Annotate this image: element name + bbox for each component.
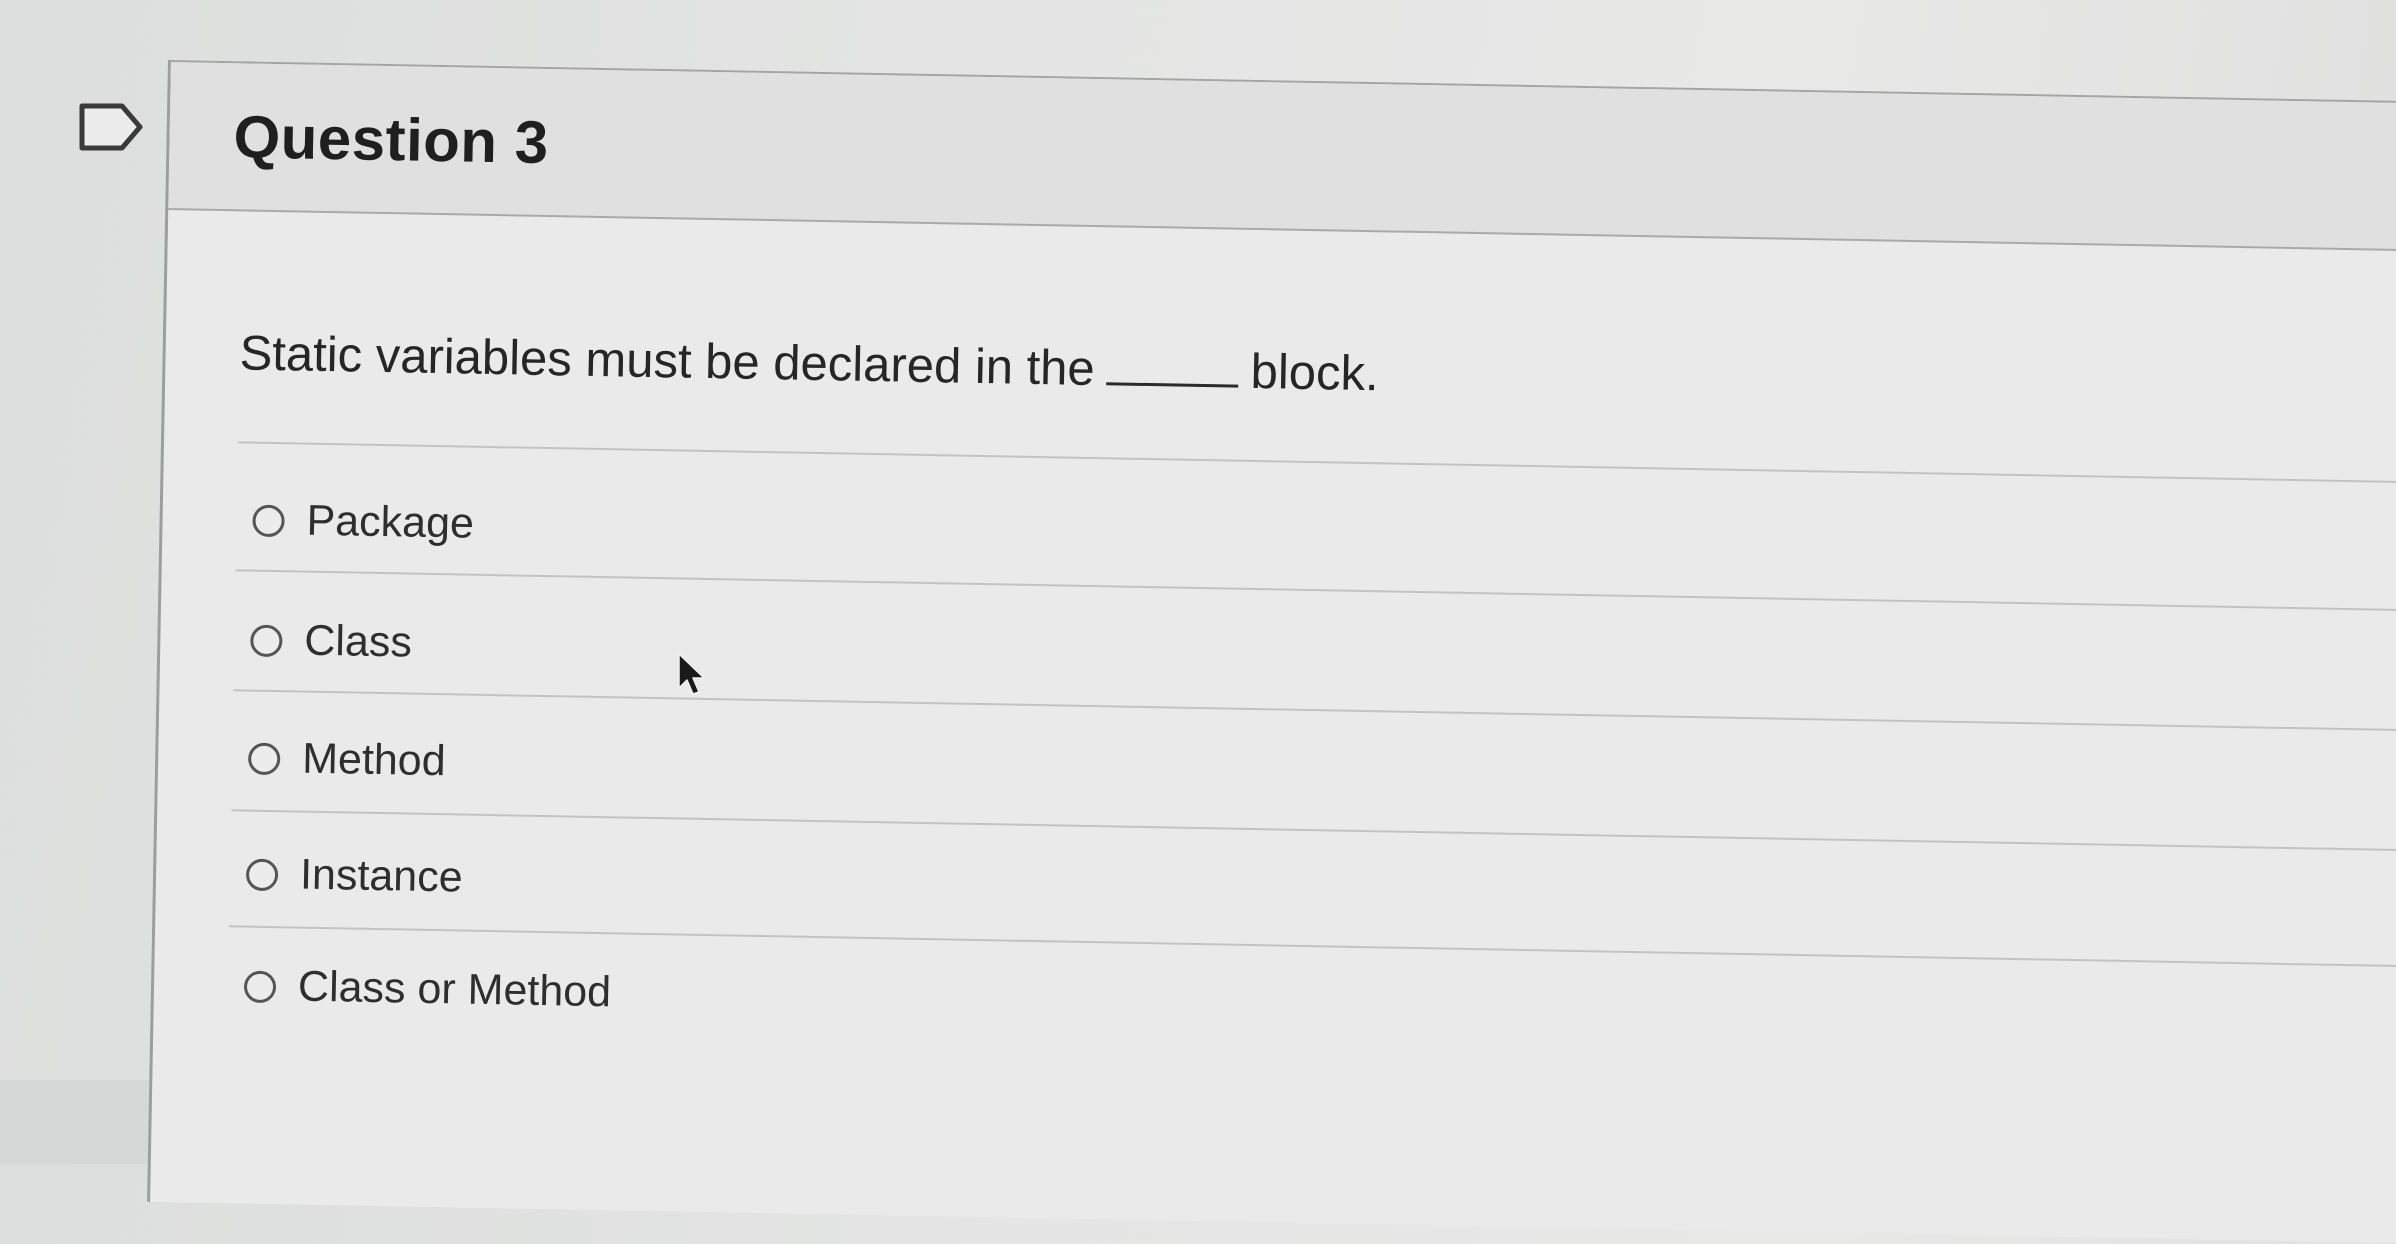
divider: [233, 689, 2396, 732]
answer-label: Class or Method: [297, 962, 612, 1017]
radio-button[interactable]: [245, 858, 279, 891]
fill-in-blank: [1106, 382, 1239, 388]
question-text-after: block.: [1250, 344, 1380, 402]
divider: [237, 441, 2396, 484]
divider: [229, 925, 2396, 968]
question-prompt: Static variables must be declared in the…: [239, 325, 1379, 402]
answer-option-method[interactable]: Method: [247, 734, 447, 787]
answer-label: Method: [301, 734, 447, 786]
radio-button[interactable]: [243, 970, 277, 1003]
answer-label: Class: [303, 616, 413, 667]
mouse-pointer-icon: [678, 653, 705, 695]
question-text-before: Static variables must be declared in the: [239, 326, 1096, 397]
question-title: Question 3: [233, 102, 550, 176]
radio-button[interactable]: [250, 624, 283, 657]
flag-question-icon[interactable]: [78, 102, 144, 152]
question-header: Question 3: [168, 62, 2396, 252]
answer-option-class-or-method[interactable]: Class or Method: [243, 962, 612, 1018]
answer-label: Package: [306, 496, 475, 548]
answer-option-package[interactable]: Package: [252, 496, 474, 549]
answer-label: Instance: [299, 850, 464, 902]
answer-option-instance[interactable]: Instance: [245, 850, 464, 903]
answer-option-class[interactable]: Class: [250, 616, 412, 668]
question-card: Question 3 Static variables must be decl…: [147, 60, 2396, 1244]
radio-button[interactable]: [252, 504, 285, 537]
divider: [231, 809, 2396, 852]
radio-button[interactable]: [247, 742, 281, 775]
divider: [235, 569, 2396, 612]
